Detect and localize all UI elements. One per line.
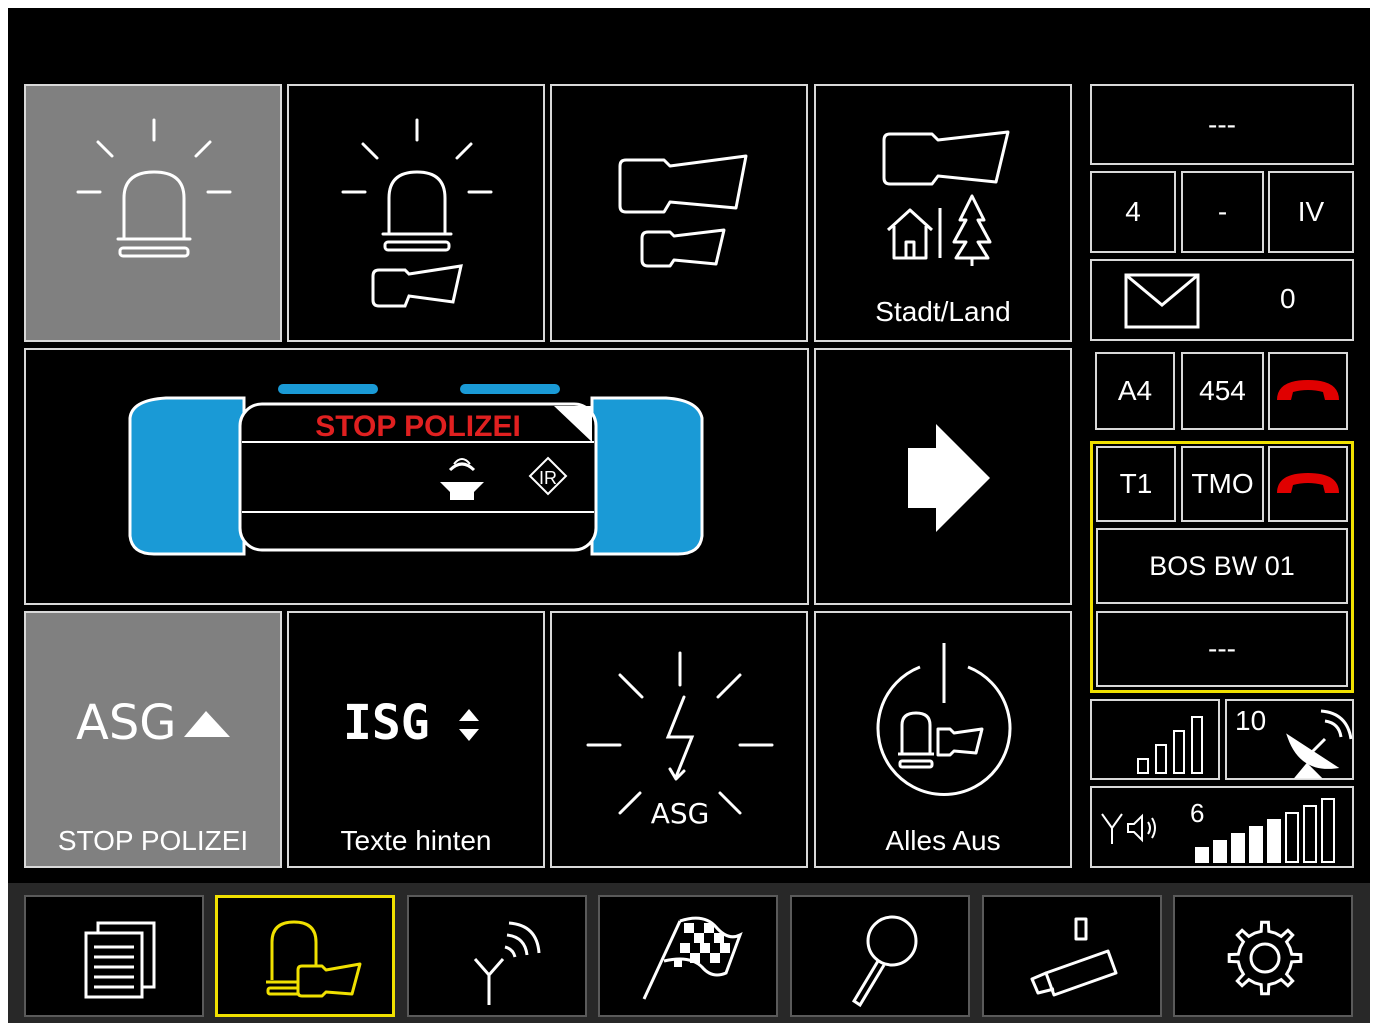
volume-bar xyxy=(1285,812,1299,863)
flash-asg-icon: ASG xyxy=(586,651,774,830)
direction-arrow-button[interactable] xyxy=(814,348,1072,605)
satellite-dish-icon xyxy=(1286,709,1353,779)
signal-strength-field[interactable] xyxy=(1090,699,1220,780)
signal-bars-icon xyxy=(1137,716,1203,774)
texte-hinten-button[interactable]: ISG Texte hinten xyxy=(287,611,545,868)
volume-bar xyxy=(1321,798,1335,863)
call1-hangup-button[interactable] xyxy=(1268,352,1348,430)
arrow-right-icon xyxy=(908,424,990,532)
group-value-a[interactable]: 4 xyxy=(1090,171,1176,253)
documents-icon xyxy=(84,921,156,999)
hangup-phone-icon xyxy=(1277,473,1339,493)
lightbar-panel[interactable]: STOP POLIZEI IR xyxy=(24,348,809,605)
call1-right-field[interactable]: 454 xyxy=(1181,352,1264,430)
network-name-field[interactable]: BOS BW 01 xyxy=(1096,528,1348,604)
speaker-icon xyxy=(1127,813,1156,843)
nav-search-button[interactable] xyxy=(790,895,970,1017)
settings-icon xyxy=(1227,920,1303,996)
alles-aus-button[interactable]: Alles Aus xyxy=(814,611,1072,868)
beacon-siren-button[interactable] xyxy=(287,84,545,342)
call2-left-field[interactable]: T1 xyxy=(1096,446,1176,522)
volume-bar xyxy=(1267,819,1281,863)
svg-text:ASG: ASG xyxy=(651,797,710,830)
stop-polizei-label: STOP POLIZEI xyxy=(57,825,249,856)
light-siren-icon xyxy=(266,920,362,998)
signal-bar xyxy=(1191,716,1203,774)
volume-bar xyxy=(1231,833,1245,863)
texte-hinten-label: Texte hinten xyxy=(340,825,492,856)
nav-race-flag-button[interactable] xyxy=(598,895,778,1017)
asg-stop-polizei-button[interactable]: ASG STOP POLIZEI xyxy=(24,611,282,868)
siren-horns-icon xyxy=(618,154,748,268)
call2-right-field[interactable]: TMO xyxy=(1181,446,1264,522)
volume-indicator: 6 xyxy=(1101,798,1335,863)
status-top-field[interactable]: --- xyxy=(1090,84,1354,165)
call1-left-field[interactable]: A4 xyxy=(1095,352,1175,430)
stadt-land-label: Stadt/Land xyxy=(875,296,1011,327)
checkered-flag-icon xyxy=(642,916,743,1000)
beacon-siren-icon xyxy=(341,118,493,308)
antenna-icon xyxy=(473,921,541,1005)
envelope-icon xyxy=(1124,273,1200,329)
svg-text:IR: IR xyxy=(539,468,557,488)
lightbar-illustration: STOP POLIZEI IR xyxy=(128,384,704,556)
volume-bar xyxy=(1195,847,1209,863)
search-icon xyxy=(851,915,918,1008)
gps-field[interactable]: 10 xyxy=(1225,699,1354,780)
volume-bar xyxy=(1249,826,1263,863)
stadt-land-button[interactable]: Stadt/Land xyxy=(814,84,1072,342)
radio-volume-field[interactable]: 6 xyxy=(1090,786,1354,868)
nav-documents-button[interactable] xyxy=(24,895,204,1017)
alles-aus-label: Alles Aus xyxy=(885,825,1001,856)
nav-camera-button[interactable] xyxy=(982,895,1162,1017)
signal-bar xyxy=(1155,744,1167,774)
beacon-light-button[interactable] xyxy=(24,84,282,342)
volume-value: 6 xyxy=(1190,798,1204,828)
signal-bar xyxy=(1137,758,1149,774)
signal-bar xyxy=(1173,730,1185,774)
volume-bar xyxy=(1213,840,1227,863)
beacon-icon xyxy=(76,118,232,258)
siren-button[interactable] xyxy=(550,84,808,342)
message-count: 0 xyxy=(1280,283,1296,314)
group-separator[interactable]: - xyxy=(1181,171,1264,253)
nav-radio-button[interactable] xyxy=(407,895,587,1017)
group-value-b[interactable]: IV xyxy=(1268,171,1354,253)
camera-icon xyxy=(1030,917,1118,997)
lightbar-text: STOP POLIZEI xyxy=(315,410,521,443)
nav-settings-button[interactable] xyxy=(1173,895,1353,1017)
asg-flash-button[interactable]: ASG xyxy=(550,611,808,868)
antenna-icon xyxy=(1101,813,1123,844)
call2-hangup-button[interactable] xyxy=(1268,446,1348,522)
messages-button[interactable]: 0 xyxy=(1090,259,1354,341)
hangup-phone-icon xyxy=(1277,380,1339,400)
volume-bar xyxy=(1303,805,1317,863)
nav-lights-siren-button[interactable] xyxy=(215,895,395,1017)
network-sub-field[interactable]: --- xyxy=(1096,611,1348,687)
